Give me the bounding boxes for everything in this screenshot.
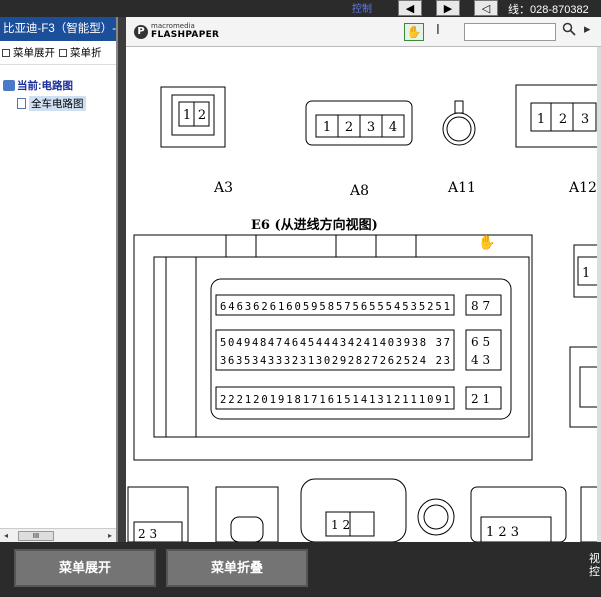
brand-bottom: FLASHPAPER bbox=[151, 30, 220, 40]
svg-text:2: 2 bbox=[559, 112, 567, 127]
viewer-vertical-scrollbar[interactable] bbox=[597, 47, 601, 542]
folder-icon bbox=[3, 80, 15, 91]
top-note: 控制 bbox=[352, 4, 372, 15]
svg-text:1: 1 bbox=[323, 120, 331, 135]
hand-icon: ✋ bbox=[406, 25, 422, 39]
svg-text:1 2 3: 1 2 3 bbox=[486, 525, 519, 540]
connector-a3 bbox=[160, 86, 226, 148]
flashpaper-logo: P macromedia FLASHPAPER bbox=[134, 23, 219, 40]
menu-collapse-label: 菜单折 bbox=[70, 47, 102, 59]
tree-item-label: 全车电路图 bbox=[29, 96, 86, 111]
svg-text:A12: A12 bbox=[568, 180, 597, 196]
menu-collapse-link[interactable]: 菜单折 bbox=[59, 45, 102, 60]
svg-text:A8: A8 bbox=[349, 183, 369, 199]
nav-next-button[interactable]: ▶ bbox=[436, 0, 460, 16]
svg-text:1 2: 1 2 bbox=[331, 518, 350, 532]
tree-root-label: 当前:电路图 bbox=[17, 80, 73, 92]
svg-text:A3: A3 bbox=[213, 180, 233, 196]
hand-cursor-icon: ✋ bbox=[478, 234, 495, 251]
brand-top: macromedia bbox=[151, 22, 195, 30]
svg-text:A11: A11 bbox=[447, 180, 476, 196]
svg-text:2 1: 2 1 bbox=[471, 392, 490, 406]
tree-item-full-circuit[interactable]: 全车电路图 bbox=[17, 96, 116, 111]
menu-expand-button[interactable]: 菜单展开 bbox=[14, 549, 156, 587]
collapse-icon bbox=[59, 48, 67, 57]
bottom-bar: 菜单展开 菜单折叠 视 控 bbox=[0, 542, 601, 597]
svg-text:4 3: 4 3 bbox=[471, 353, 490, 367]
nav-first-button[interactable]: ◁ bbox=[474, 0, 498, 16]
svg-text:2 3: 2 3 bbox=[138, 527, 157, 541]
side-note-line-1: 视 bbox=[589, 552, 600, 565]
top-toolbar: ◀ ▶ ◁ 控制 线：028-870382 bbox=[0, 0, 601, 17]
circuit-diagram: 1 2 A3 1 2 3 4 A8 A11 1 2 3 A12 E6 (从进线方… bbox=[127, 84, 601, 542]
menu-expand-label: 菜单展开 bbox=[13, 47, 55, 59]
search-input[interactable] bbox=[464, 23, 556, 41]
scroll-right-icon[interactable]: ▸ bbox=[104, 531, 116, 540]
svg-text:36353433323130292827262524 23: 36353433323130292827262524 23 bbox=[220, 355, 450, 367]
first-icon: ◁ bbox=[481, 1, 491, 15]
side-note: 视 控 bbox=[589, 552, 600, 578]
panel-splitter[interactable] bbox=[118, 17, 126, 542]
document-icon bbox=[17, 98, 26, 109]
scroll-thumb[interactable]: III bbox=[18, 530, 54, 541]
panel-toolbar: 菜单展开 菜单折 bbox=[0, 41, 116, 65]
hotline-text: 线：028-870382 bbox=[508, 4, 589, 16]
viewer-toolbar: P macromedia FLASHPAPER ✋ I ▸ bbox=[126, 17, 601, 47]
side-note-line-2: 控 bbox=[589, 565, 600, 578]
search-icon[interactable] bbox=[562, 22, 576, 40]
svg-text:1: 1 bbox=[537, 112, 545, 127]
flashpaper-viewer: P macromedia FLASHPAPER ✋ I ▸ 1 2 A3 1 2… bbox=[126, 17, 601, 542]
more-options-icon[interactable]: ▸ bbox=[584, 22, 591, 37]
tree-root[interactable]: 当前:电路图 bbox=[3, 78, 116, 93]
expand-icon bbox=[2, 48, 10, 57]
panel-title: 比亚迪-F3（智能型）-2 bbox=[0, 17, 116, 41]
text-select-button[interactable]: I bbox=[436, 23, 440, 38]
hand-tool-button[interactable]: ✋ bbox=[404, 23, 424, 41]
next-icon: ▶ bbox=[443, 1, 453, 15]
svg-text:6 5: 6 5 bbox=[471, 335, 490, 349]
text-cursor-icon: I bbox=[436, 23, 440, 38]
svg-text:2: 2 bbox=[345, 120, 353, 135]
svg-text:2221201918171615141312111091: 2221201918171615141312111091 bbox=[220, 394, 450, 406]
svg-text:3: 3 bbox=[581, 112, 589, 127]
scroll-left-icon[interactable]: ◂ bbox=[0, 531, 12, 540]
svg-text:E6 (从进线方向视图): E6 (从进线方向视图) bbox=[251, 217, 378, 233]
svg-text:4: 4 bbox=[389, 120, 397, 135]
svg-text:6463626160595857565554535251: 6463626160595857565554535251 bbox=[220, 301, 450, 313]
prev-icon: ◀ bbox=[405, 1, 415, 15]
nav-prev-button[interactable]: ◀ bbox=[398, 0, 422, 16]
svg-text:50494847464544434241403938 37: 50494847464544434241403938 37 bbox=[220, 337, 450, 349]
connector-a11 bbox=[442, 100, 476, 146]
svg-text:1: 1 bbox=[582, 266, 590, 281]
menu-expand-link[interactable]: 菜单展开 bbox=[2, 45, 55, 60]
left-panel: 比亚迪-F3（智能型）-2 菜单展开 菜单折 当前:电路图 全车电路图 ◂ II… bbox=[0, 17, 118, 542]
svg-text:2: 2 bbox=[198, 108, 206, 123]
menu-collapse-button[interactable]: 菜单折叠 bbox=[166, 549, 308, 587]
flashpaper-logo-icon: P bbox=[134, 24, 148, 39]
horizontal-scrollbar[interactable]: ◂ III ▸ bbox=[0, 528, 116, 542]
tree-view: 当前:电路图 全车电路图 bbox=[0, 65, 116, 111]
svg-text:8 7: 8 7 bbox=[471, 299, 490, 313]
svg-text:1: 1 bbox=[183, 108, 191, 123]
svg-text:3: 3 bbox=[367, 120, 375, 135]
